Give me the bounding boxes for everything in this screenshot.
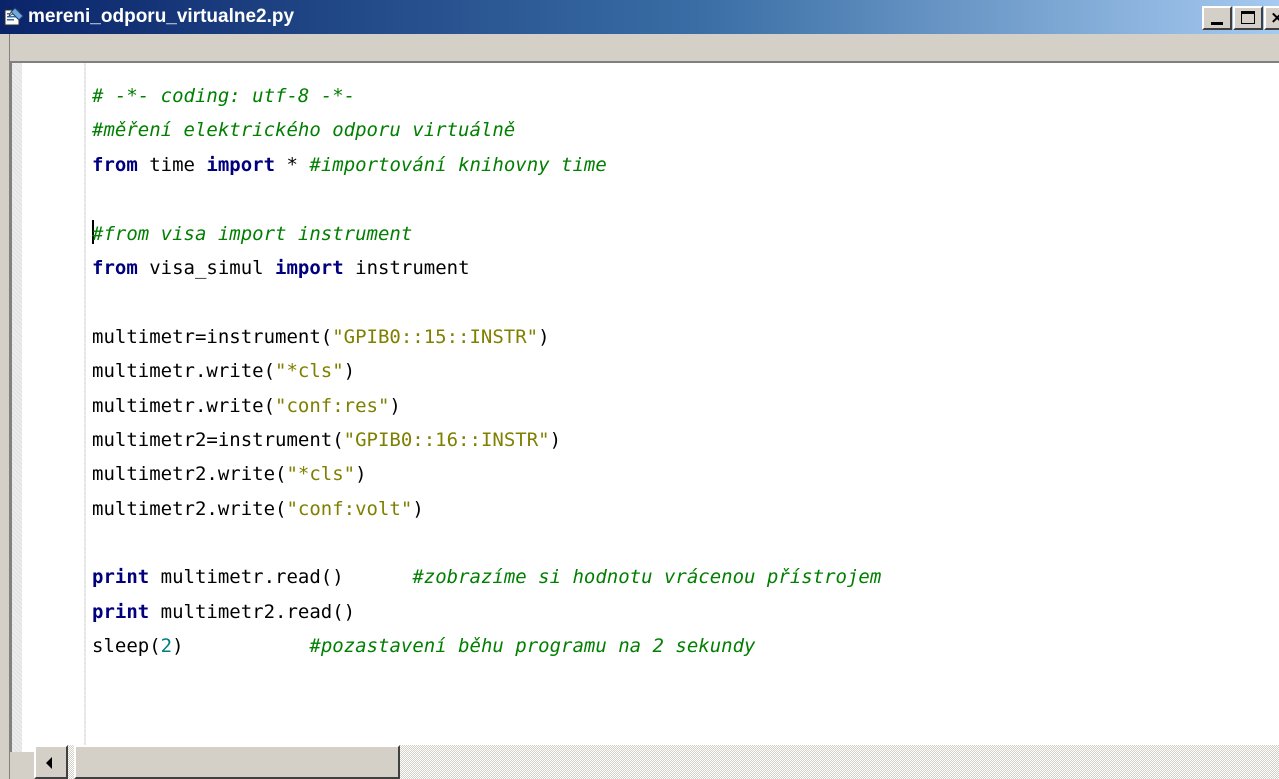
window-client-area: # -*- coding: utf-8 -*- #měření elektrick…: [0, 34, 1279, 779]
code-keyword: print: [92, 566, 150, 589]
code-line[interactable]: sleep(2) #pozastavení běhu programu na 2…: [92, 629, 881, 663]
code-editor[interactable]: # -*- coding: utf-8 -*- #měření elektrick…: [10, 61, 1279, 752]
code-line[interactable]: #from visa import instrument: [92, 217, 881, 251]
arrow-left-icon: [46, 757, 52, 769]
minimize-icon: [1211, 22, 1223, 25]
scroll-left-button[interactable]: [34, 745, 68, 779]
code-comment: #pozastavení běhu programu na 2 sekundy: [309, 635, 756, 658]
scrollbar-thumb[interactable]: [74, 745, 400, 779]
code-line[interactable]: print multimetr2.read(): [92, 595, 881, 629]
code-token: multimetr2.read(): [149, 600, 356, 623]
code-comment: #měření elektrického odporu virtuálně: [92, 119, 516, 142]
code-line[interactable]: [92, 285, 881, 319]
close-icon: ×: [1270, 8, 1279, 28]
code-token: ): [355, 463, 367, 486]
code-token: ): [172, 635, 310, 658]
code-string: "GPIB0::16::INSTR": [343, 428, 550, 451]
code-string: "*cls": [275, 360, 344, 383]
code-line[interactable]: multimetr2.write("conf:volt"): [92, 492, 881, 526]
editor-margin: [12, 63, 86, 752]
code-line[interactable]: #měření elektrického odporu virtuálně: [92, 113, 881, 147]
code-token: multimetr2.write(: [92, 463, 287, 486]
code-keyword: import: [275, 256, 344, 279]
code-token: multimetr.read(): [149, 566, 413, 589]
code-line[interactable]: # -*- coding: utf-8 -*-: [92, 79, 881, 113]
code-token: multimetr.write(: [92, 360, 276, 383]
code-line[interactable]: from time import * #importování knihovny…: [92, 148, 881, 182]
code-string: "conf:volt": [286, 497, 413, 520]
code-token: multimetr.write(: [92, 394, 276, 417]
maximize-button[interactable]: [1233, 6, 1263, 30]
window-title: mereni_odporu_virtualne2.py: [28, 6, 295, 27]
code-comment: # -*- coding: utf-8 -*-: [92, 85, 356, 107]
editor-window: mereni_odporu_virtualne2.py × # -*- codi…: [0, 0, 1279, 779]
code-keyword: from: [92, 153, 138, 176]
code-token: *: [275, 153, 310, 176]
code-line[interactable]: [92, 182, 881, 216]
code-token: ): [412, 497, 424, 520]
code-token: time: [137, 153, 207, 176]
code-line[interactable]: multimetr2.write("*cls"): [92, 457, 881, 491]
code-string: "GPIB0::15::INSTR": [332, 325, 539, 348]
code-token: multimetr2=instrument(: [92, 428, 344, 451]
code-text[interactable]: # -*- coding: utf-8 -*- #měření elektrick…: [92, 79, 881, 664]
code-line[interactable]: from visa_simul import instrument: [92, 251, 881, 285]
title-bar[interactable]: mereni_odporu_virtualne2.py ×: [0, 0, 1279, 34]
code-line[interactable]: multimetr=instrument("GPIB0::15::INSTR"): [92, 320, 881, 354]
code-string: "conf:res": [275, 394, 390, 417]
code-comment: #zobrazíme si hodnotu vrácenou přístroje…: [412, 566, 882, 589]
code-token: ): [538, 325, 550, 348]
code-line[interactable]: [92, 526, 881, 560]
code-comment: #from visa import instrument: [92, 222, 413, 245]
code-token: instrument: [343, 256, 470, 279]
code-token: visa_simul: [137, 256, 276, 279]
code-line[interactable]: multimetr.write("*cls"): [92, 354, 881, 388]
close-button[interactable]: ×: [1264, 6, 1279, 30]
horizontal-scrollbar[interactable]: [34, 745, 1279, 779]
minimize-button[interactable]: [1202, 6, 1232, 30]
code-token: ): [389, 394, 401, 417]
code-string: "*cls": [286, 463, 356, 486]
code-keyword: print: [92, 600, 150, 623]
code-token: multimetr=instrument(: [92, 325, 333, 348]
code-comment: #importování knihovny time: [309, 153, 607, 176]
code-token: multimetr2.write(: [92, 497, 287, 520]
code-token: ): [549, 428, 562, 451]
code-line[interactable]: multimetr2=instrument("GPIB0::16::INSTR"…: [92, 423, 881, 457]
code-keyword: import: [206, 153, 276, 176]
code-token: ): [343, 360, 356, 383]
python-file-icon: [4, 7, 24, 26]
code-line[interactable]: print multimetr.read() #zobrazíme si hod…: [92, 560, 881, 594]
window-frame-edge: [0, 34, 10, 779]
editor-gutter: [22, 63, 84, 752]
maximize-icon: [1241, 11, 1255, 24]
code-keyword: from: [92, 256, 138, 279]
code-line[interactable]: multimetr.write("conf:res"): [92, 389, 881, 423]
code-token: sleep(: [92, 635, 161, 658]
code-number: 2: [160, 635, 173, 658]
